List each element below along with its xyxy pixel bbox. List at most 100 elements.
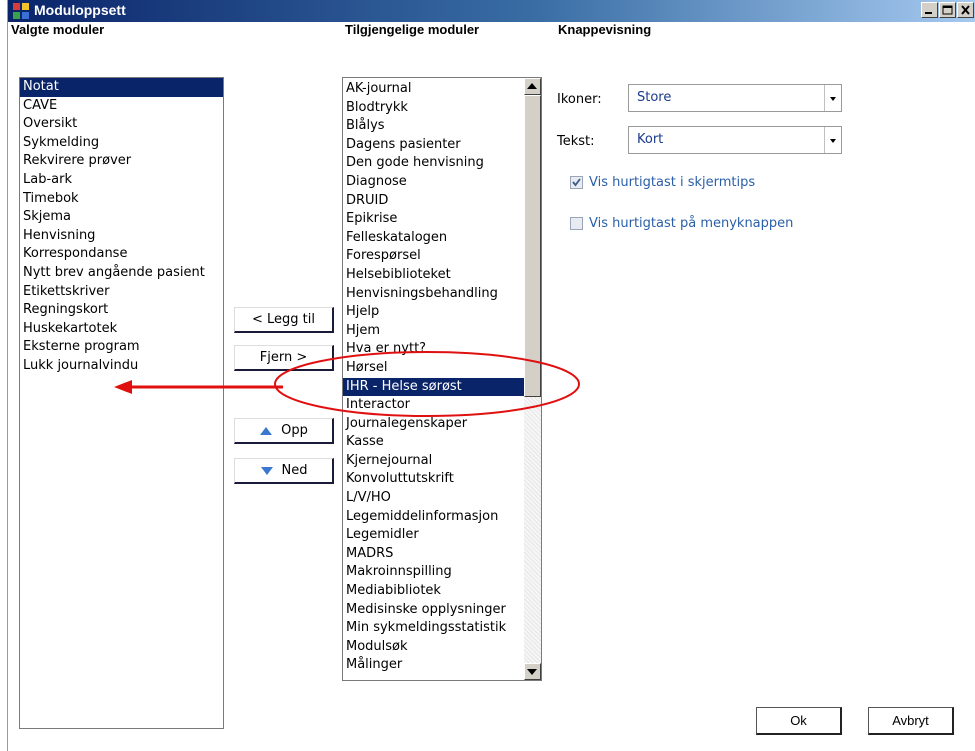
maximize-button[interactable]	[939, 2, 956, 18]
available-module-item[interactable]: Blodtrykk	[343, 99, 524, 118]
remove-button-label: Fjern >	[259, 350, 308, 365]
available-module-item[interactable]: Journalegenskaper	[343, 415, 524, 434]
minimize-button[interactable]	[921, 2, 938, 18]
selected-module-item[interactable]: Lukk journalvindu	[20, 357, 223, 376]
checkmark-icon	[572, 178, 581, 187]
available-module-item[interactable]: Hjelp	[343, 303, 524, 322]
selected-module-item[interactable]: CAVE	[20, 97, 223, 116]
available-items-container: AK-journal Blodtrykk Blålys Dagens pasiente…	[343, 80, 524, 675]
selected-module-item[interactable]: Lab-ark	[20, 171, 223, 190]
selected-module-item[interactable]: Regningskort	[20, 301, 223, 320]
available-module-item[interactable]: Blålys	[343, 117, 524, 136]
close-button[interactable]	[957, 2, 974, 18]
remove-button[interactable]: Fjern >	[234, 345, 334, 371]
module-setup-window: Moduloppsett Valgte moduler Tilgjengelig…	[7, 0, 975, 751]
button-display-header: Knappevisning	[558, 22, 652, 37]
arrow-up-icon	[260, 426, 273, 435]
available-module-item[interactable]: Diagnose	[343, 173, 524, 192]
shortcut-menu-label: Vis hurtigtast på menyknappen	[589, 216, 794, 231]
available-module-item[interactable]: Den gode henvisning	[343, 154, 524, 173]
available-module-item[interactable]: Helsebiblioteket	[343, 266, 524, 285]
app-grid-icon	[13, 3, 29, 19]
shortcut-tooltip-checkbox[interactable]	[570, 176, 583, 189]
text-dropdown-button[interactable]	[824, 127, 841, 153]
selected-module-item[interactable]: Skjema	[20, 208, 223, 227]
available-module-item[interactable]: Min sykmeldingsstatistik	[343, 619, 524, 638]
cancel-button-label: Avbryt	[892, 713, 929, 728]
selected-modules-list[interactable]: Notat CAVE Oversikt Sykmelding Rekvirere prø…	[19, 77, 224, 729]
available-module-item[interactable]: Henvisningsbehandling	[343, 285, 524, 304]
shortcut-menu-checkbox[interactable]	[570, 217, 583, 230]
ok-button[interactable]: Ok	[756, 707, 842, 735]
selected-module-item[interactable]: Rekvirere prøver	[20, 152, 223, 171]
title-bar[interactable]: Moduloppsett	[8, 0, 975, 22]
move-up-button[interactable]: Opp	[234, 418, 334, 444]
available-module-item[interactable]: Interactor	[343, 396, 524, 415]
selected-module-item[interactable]: Oversikt	[20, 115, 223, 134]
selected-module-item[interactable]: Nytt brev angående pasient	[20, 264, 223, 283]
text-select[interactable]: Kort	[628, 126, 842, 154]
available-module-item[interactable]: L/V/HO	[343, 489, 524, 508]
available-modules-header: Tilgjengelige moduler	[345, 22, 480, 37]
available-module-item[interactable]: Hjem	[343, 322, 524, 341]
available-scrollbar[interactable]	[524, 78, 541, 680]
minimize-icon	[925, 12, 932, 14]
available-module-item[interactable]: Felleskatalogen	[343, 229, 524, 248]
available-module-item[interactable]: Epikrise	[343, 210, 524, 229]
selected-module-item[interactable]: Timebok	[20, 190, 223, 209]
shortcut-menu-option[interactable]: Vis hurtigtast på menyknappen	[570, 216, 793, 231]
available-module-item[interactable]: MADRS	[343, 545, 524, 564]
available-module-item[interactable]: Modulsøk	[343, 638, 524, 657]
available-module-item[interactable]: Mediabibliotek	[343, 582, 524, 601]
chevron-down-icon	[830, 139, 836, 143]
available-module-item[interactable]: Makroinnspilling	[343, 563, 524, 582]
scroll-thumb[interactable]	[524, 95, 541, 397]
close-icon	[961, 5, 970, 15]
icons-dropdown-button[interactable]	[824, 85, 841, 111]
available-module-item[interactable]: Legemidler	[343, 526, 524, 545]
available-module-item[interactable]: Medisinske opplysninger	[343, 601, 524, 620]
selected-module-item[interactable]: Etikettskriver	[20, 283, 223, 302]
maximize-icon	[942, 5, 953, 15]
icons-label: Ikoner:	[557, 92, 602, 107]
icons-select[interactable]: Store	[628, 84, 842, 112]
selected-modules-header: Valgte moduler	[11, 22, 105, 37]
selected-module-item[interactable]: Korrespondanse	[20, 245, 223, 264]
available-module-item[interactable]: Konvoluttutskrift	[343, 470, 524, 489]
move-down-button[interactable]: Ned	[234, 458, 334, 484]
add-button-label: < Legg til	[252, 312, 315, 327]
available-module-item[interactable]: Hørsel	[343, 359, 524, 378]
text-label: Tekst:	[557, 134, 595, 149]
available-module-item[interactable]: Hva er nytt?	[343, 340, 524, 359]
selected-module-item[interactable]: Sykmelding	[20, 134, 223, 153]
available-modules-list[interactable]: AK-journal Blodtrykk Blålys Dagens pasiente…	[342, 77, 542, 681]
text-select-value: Kort	[637, 132, 664, 147]
cancel-button[interactable]: Avbryt	[868, 707, 954, 735]
window-controls	[920, 2, 974, 18]
available-module-item[interactable]: Legemiddelinformasjon	[343, 508, 524, 527]
add-button[interactable]: < Legg til	[234, 307, 334, 333]
window-title: Moduloppsett	[34, 2, 126, 18]
available-module-item[interactable]: IHR - Helse sørøst	[343, 377, 524, 397]
available-module-item[interactable]: Forespørsel	[343, 247, 524, 266]
scroll-up-button[interactable]	[524, 78, 541, 95]
move-up-label: Opp	[281, 423, 308, 438]
icons-select-value: Store	[637, 90, 672, 105]
ok-button-label: Ok	[790, 713, 807, 728]
shortcut-tooltip-label: Vis hurtigtast i skjermtips	[589, 175, 756, 190]
available-module-item[interactable]: Kasse	[343, 433, 524, 452]
shortcut-tooltip-option[interactable]: Vis hurtigtast i skjermtips	[570, 175, 755, 190]
available-module-item[interactable]: Dagens pasienter	[343, 136, 524, 155]
selected-module-item[interactable]: Huskekartotek	[20, 320, 223, 339]
available-module-item[interactable]: Målinger	[343, 656, 524, 675]
available-module-item[interactable]: Kjernejournal	[343, 452, 524, 471]
scroll-down-button[interactable]	[524, 663, 541, 680]
available-module-item[interactable]: AK-journal	[343, 80, 524, 99]
selected-module-item[interactable]: Eksterne program	[20, 338, 223, 357]
selected-module-item[interactable]: Notat	[20, 78, 223, 97]
move-down-label: Ned	[281, 463, 308, 478]
selected-module-item[interactable]: Henvisning	[20, 227, 223, 246]
available-module-item[interactable]: DRUID	[343, 192, 524, 211]
scroll-down-icon	[527, 669, 537, 675]
scroll-up-icon	[527, 83, 537, 89]
